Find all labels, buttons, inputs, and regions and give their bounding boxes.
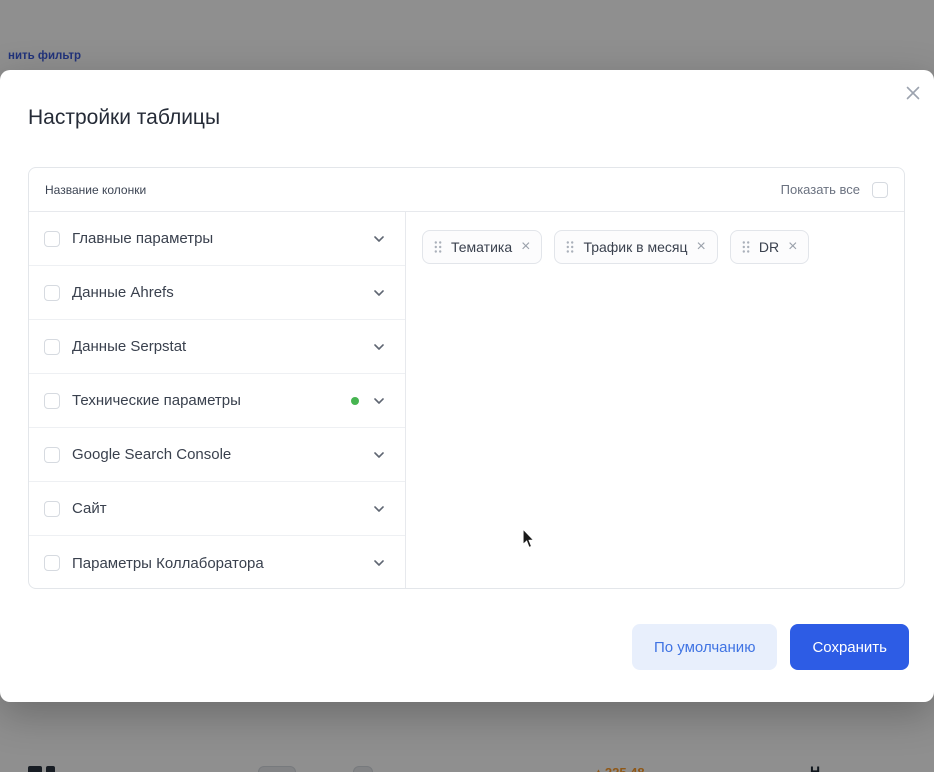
category-row[interactable]: Данные Ahrefs	[29, 266, 405, 320]
category-row-right	[371, 285, 387, 301]
close-icon[interactable]	[902, 82, 924, 104]
drag-handle-icon[interactable]	[433, 240, 443, 254]
page: нить фильтр ▲225.48 Н Настройки таблицы …	[0, 0, 934, 772]
chevron-down-icon[interactable]	[371, 393, 387, 409]
chevron-down-icon[interactable]	[371, 285, 387, 301]
chip-label: Тематика	[451, 239, 512, 255]
category-row[interactable]: Данные Serpstat	[29, 320, 405, 374]
remove-chip-icon[interactable]: ×	[695, 239, 706, 255]
category-checkbox[interactable]	[44, 393, 60, 409]
category-row[interactable]: Параметры Коллаборатора	[29, 536, 405, 589]
category-row-right	[371, 231, 387, 247]
category-row-right	[371, 501, 387, 517]
panel-header: Название колонки Показать все	[29, 168, 904, 212]
drag-handle-icon[interactable]	[741, 240, 751, 254]
show-all-label: Показать все	[781, 182, 860, 197]
remove-chip-icon[interactable]: ×	[520, 239, 531, 255]
category-checkbox[interactable]	[44, 285, 60, 301]
remove-chip-icon[interactable]: ×	[787, 239, 798, 255]
selected-columns-area: Тематика ×	[406, 212, 904, 588]
category-label: Сайт	[72, 500, 107, 517]
category-row[interactable]: Технические параметры	[29, 374, 405, 428]
category-label: Google Search Console	[72, 446, 231, 463]
category-checkbox[interactable]	[44, 555, 60, 571]
table-settings-modal: Настройки таблицы Название колонки Показ…	[0, 70, 934, 702]
category-row[interactable]: Сайт	[29, 482, 405, 536]
chip-label: Трафик в месяц	[583, 239, 687, 255]
chip-label: DR	[759, 239, 779, 255]
chevron-down-icon[interactable]	[371, 339, 387, 355]
modal-title: Настройки таблицы	[28, 106, 220, 130]
column-chip[interactable]: Тематика ×	[422, 230, 542, 264]
modal-footer: По умолчанию Сохранить	[632, 624, 909, 670]
panel-body: Главные параметры Данные Ahrefs	[29, 212, 904, 588]
category-label: Технические параметры	[72, 392, 241, 409]
category-row[interactable]: Google Search Console	[29, 428, 405, 482]
default-button[interactable]: По умолчанию	[632, 624, 777, 670]
chevron-down-icon[interactable]	[371, 501, 387, 517]
drag-handle-icon[interactable]	[565, 240, 575, 254]
category-list: Главные параметры Данные Ahrefs	[29, 212, 406, 588]
category-label: Данные Serpstat	[72, 338, 186, 355]
category-row-right	[351, 393, 387, 409]
changed-indicator-dot	[351, 397, 359, 405]
category-label: Главные параметры	[72, 230, 213, 247]
chevron-down-icon[interactable]	[371, 555, 387, 571]
category-row[interactable]: Главные параметры	[29, 212, 405, 266]
show-all-control: Показать все	[781, 182, 888, 198]
column-chip[interactable]: Трафик в месяц ×	[554, 230, 717, 264]
column-chip[interactable]: DR ×	[730, 230, 810, 264]
category-row-right	[371, 447, 387, 463]
chevron-down-icon[interactable]	[371, 231, 387, 247]
save-button[interactable]: Сохранить	[790, 624, 909, 670]
category-checkbox[interactable]	[44, 231, 60, 247]
columns-panel: Название колонки Показать все Главные па…	[28, 167, 905, 589]
chevron-down-icon[interactable]	[371, 447, 387, 463]
show-all-checkbox[interactable]	[872, 182, 888, 198]
category-row-right	[371, 339, 387, 355]
category-label: Данные Ahrefs	[72, 284, 174, 301]
category-checkbox[interactable]	[44, 447, 60, 463]
category-label: Параметры Коллаборатора	[72, 555, 264, 572]
category-row-right	[371, 555, 387, 571]
column-name-header: Название колонки	[45, 183, 146, 197]
category-checkbox[interactable]	[44, 501, 60, 517]
category-checkbox[interactable]	[44, 339, 60, 355]
